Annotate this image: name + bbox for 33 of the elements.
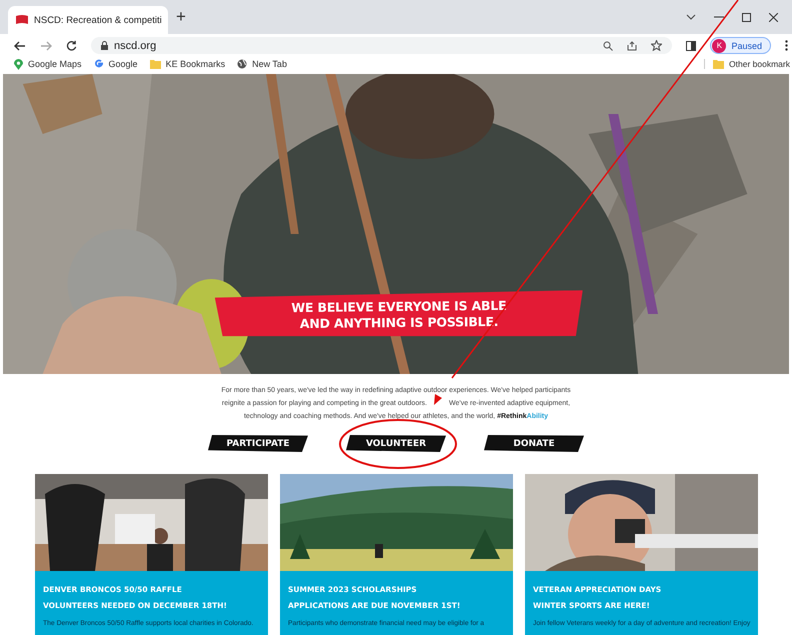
map-pin-icon [14, 58, 23, 70]
folder-icon [713, 59, 724, 69]
new-tab-button[interactable]: + [176, 7, 186, 27]
maximize-icon[interactable] [742, 12, 751, 22]
globe-icon [237, 59, 248, 69]
share-icon[interactable] [627, 40, 638, 50]
close-icon[interactable] [769, 12, 778, 22]
minimize-icon[interactable] [714, 16, 724, 18]
chevron-down-icon[interactable] [686, 14, 696, 20]
donate-button[interactable]: DONATE [484, 435, 584, 452]
back-icon[interactable] [14, 40, 26, 50]
menu-icon[interactable] [785, 40, 788, 51]
folder-icon [150, 59, 161, 69]
profile-button[interactable]: K Paused [710, 37, 771, 54]
g-logo-icon [94, 59, 104, 69]
volunteer-button[interactable]: VOLUNTEER [346, 435, 446, 452]
reload-icon[interactable] [66, 40, 77, 51]
bookmark[interactable]: Google Maps [14, 58, 82, 70]
address-field[interactable]: nscd.org [91, 37, 672, 54]
bookmark[interactable]: New Tab [237, 59, 287, 69]
zoom-icon[interactable] [603, 40, 614, 50]
headline: WE BELIEVE EVERYONE IS ABLE [291, 298, 507, 316]
side-panel-icon[interactable] [686, 40, 696, 50]
bookmark[interactable]: Other bookmark [704, 59, 790, 69]
participate-button[interactable]: PARTICIPATE [208, 435, 308, 452]
browser-tab[interactable]: NSCD: Recreation & competiti [8, 6, 168, 34]
headline: AND ANYTHING IS POSSIBLE. [300, 314, 498, 332]
star-icon[interactable] [651, 40, 662, 51]
lock-icon [101, 41, 108, 50]
bookmark[interactable]: Google [94, 59, 138, 69]
flag-icon [16, 15, 28, 25]
tab-title: NSCD: Recreation & competiti [34, 14, 162, 26]
bookmark[interactable]: KE Bookmarks [150, 59, 226, 69]
